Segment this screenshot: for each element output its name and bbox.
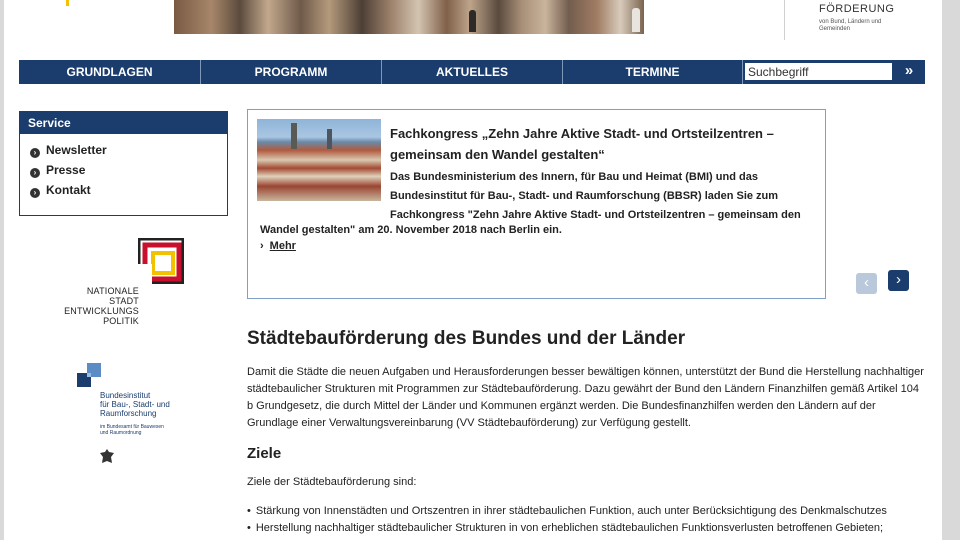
arrow-circle-icon: ›: [30, 188, 40, 198]
intro-paragraph: Damit die Städte die neuen Aufgaben und …: [247, 366, 924, 429]
service-link-label: Kontakt: [46, 183, 91, 197]
search-submit-button[interactable]: »: [895, 62, 923, 81]
bbsr-logo-text: Bundesinstitut für Bau-, Stadt- und Raum…: [100, 391, 170, 418]
news-teaser-image[interactable]: [257, 119, 381, 201]
goals-list: Stärkung von Innenstädten und Ortszentre…: [247, 503, 937, 537]
logo-subtitle: von Bund, Ländern und Gemeinden: [819, 19, 882, 32]
nationale-stadtentwicklungspolitik-logo[interactable]: [138, 238, 184, 284]
nav-item-grundlagen[interactable]: GRUNDLAGEN: [19, 60, 200, 84]
list-item: Stärkung von Innenstädten und Ortszentre…: [247, 503, 937, 520]
news-body: Das Bundesministerium des Innern, für Ba…: [390, 171, 801, 221]
more-link-label: Mehr: [269, 240, 296, 252]
search-input[interactable]: [744, 62, 893, 81]
church-tower-shape: [327, 129, 332, 149]
service-box: Service › Newsletter › Presse › Kontakt: [19, 111, 228, 216]
staedtebaufoerderung-logo[interactable]: FÖRDERUNG von Bund, Ländern und Gemeinde…: [784, 0, 905, 40]
page-title: Städtebauförderung des Bundes und der Lä…: [247, 328, 686, 349]
header-banner-image: [174, 0, 644, 34]
service-link-kontakt[interactable]: › Kontakt: [20, 180, 227, 200]
arrow-circle-icon: ›: [30, 148, 40, 158]
goals-intro: Ziele der Städtebauförderung sind:: [247, 476, 417, 488]
service-title: Service: [20, 112, 227, 134]
church-tower-shape: [291, 123, 297, 149]
carousel-next-button[interactable]: ›: [888, 270, 909, 291]
service-link-newsletter[interactable]: › Newsletter: [20, 140, 227, 160]
service-list: › Newsletter › Presse › Kontakt: [20, 140, 227, 200]
carousel-prev-button[interactable]: ‹: [856, 273, 877, 294]
bbsr-logo-subtext: im Bundesamt für Bauwesen und Raumordnun…: [100, 424, 164, 436]
header-accent: [66, 0, 69, 6]
news-body-continued: Wandel gestalten" am 20. November 2018 n…: [260, 224, 562, 236]
nav-divider: [742, 60, 743, 84]
logo-title: FÖRDERUNG: [819, 3, 895, 15]
news-title[interactable]: Fachkongress „Zehn Jahre Aktive Stadt- u…: [390, 123, 810, 165]
service-link-presse[interactable]: › Presse: [20, 160, 227, 180]
news-more-link[interactable]: › Mehr: [260, 240, 296, 252]
pedestrian-figure: [632, 8, 640, 32]
chevron-right-icon: ›: [260, 240, 264, 252]
list-item: Herstellung nachhaltiger städtebaulicher…: [247, 520, 937, 537]
federal-eagle-icon: [100, 449, 114, 463]
pedestrian-figure: [469, 10, 476, 32]
service-link-label: Presse: [46, 163, 86, 177]
nav-item-aktuelles[interactable]: AKTUELLES: [382, 60, 562, 84]
nav-item-programm[interactable]: PROGRAMM: [201, 60, 381, 84]
bbsr-logo-mark[interactable]: [77, 363, 101, 387]
nav-item-termine[interactable]: TERMINE: [563, 60, 742, 84]
service-link-label: Newsletter: [46, 143, 107, 157]
arrow-circle-icon: ›: [30, 168, 40, 178]
nsp-logo-text: NATIONALE STADT ENTWICKLUNGS POLITIK: [64, 286, 139, 326]
goals-heading: Ziele: [247, 445, 282, 462]
page: FÖRDERUNG von Bund, Ländern und Gemeinde…: [4, 0, 942, 540]
